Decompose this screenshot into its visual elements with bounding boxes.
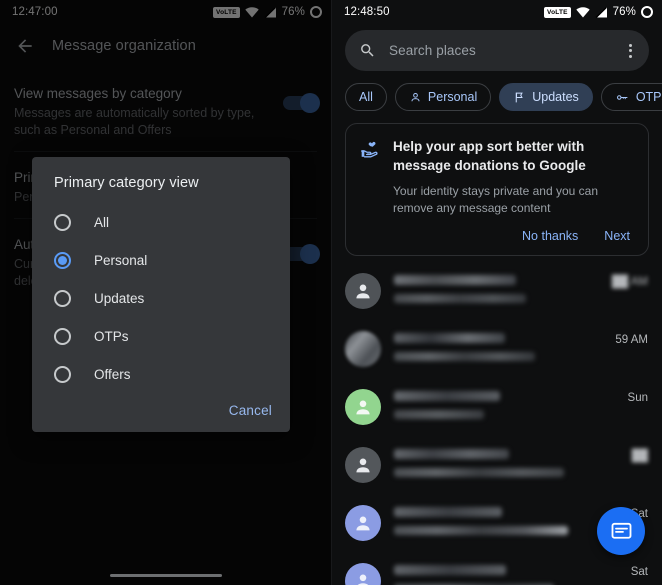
promo-title: Help your app sort better with message d…	[393, 139, 586, 173]
message-preview	[381, 331, 615, 361]
redacted-snippet	[394, 294, 527, 303]
volte-badge: VoLTE	[544, 6, 571, 18]
dialog-actions: Cancel	[32, 393, 290, 426]
avatar[interactable]	[345, 273, 381, 309]
redacted-snippet	[394, 352, 535, 361]
redacted-snippet	[394, 526, 568, 535]
list-item[interactable]: ██ AM	[332, 262, 662, 320]
radio-label: Personal	[94, 252, 148, 268]
primary-category-view-dialog: Primary category view All Personal Updat…	[32, 157, 290, 432]
search-input[interactable]: Search places	[389, 43, 626, 58]
promo-actions: No thanks Next	[360, 217, 634, 249]
message-timestamp: ██ AM	[611, 276, 648, 288]
radio-icon[interactable]	[54, 365, 71, 383]
person-icon	[411, 92, 420, 101]
radio-label: OTPs	[94, 328, 129, 344]
avatar[interactable]	[345, 331, 381, 367]
redacted-sender-name	[394, 565, 507, 575]
radio-option-offers[interactable]: Offers	[32, 355, 290, 393]
no-thanks-button[interactable]: No thanks	[522, 229, 578, 243]
flag-icon	[515, 92, 524, 102]
redacted-snippet	[394, 468, 564, 477]
list-item[interactable]: 59 AM	[332, 320, 662, 378]
redacted-sender-name	[394, 449, 509, 459]
volunteer-activism-icon	[360, 139, 380, 217]
radio-icon-selected[interactable]	[54, 251, 71, 269]
category-chip-row[interactable]: All Personal Updates OTPs	[332, 71, 662, 111]
chip-all[interactable]: All	[345, 83, 387, 111]
status-clock: 12:48:50	[344, 6, 390, 18]
compose-fab[interactable]	[597, 507, 645, 555]
radio-icon[interactable]	[54, 327, 71, 345]
radio-option-updates[interactable]: Updates	[32, 279, 290, 317]
radio-option-personal[interactable]: Personal	[32, 241, 290, 279]
redacted-sender-name	[394, 391, 500, 401]
chip-label: Personal	[427, 90, 478, 104]
redacted-snippet	[394, 410, 485, 419]
left-phone-screen: 12:47:00 VoLTE 76% Message organization …	[0, 0, 331, 585]
list-item[interactable]: Sun	[332, 378, 662, 436]
search-icon	[361, 44, 374, 57]
message-timestamp: Sat	[630, 566, 648, 578]
chip-label: Updates	[532, 90, 579, 104]
key-icon	[616, 94, 628, 100]
list-item[interactable]: ██	[332, 436, 662, 494]
battery-icon	[641, 6, 653, 18]
dual-screenshot: 12:47:00 VoLTE 76% Message organization …	[0, 0, 662, 585]
avatar[interactable]	[345, 447, 381, 483]
radio-label: Offers	[94, 366, 131, 382]
cancel-button[interactable]: Cancel	[229, 403, 272, 418]
radio-icon[interactable]	[54, 213, 71, 231]
radio-label: All	[94, 214, 110, 230]
radio-label: Updates	[94, 290, 145, 306]
chip-label: All	[359, 90, 373, 104]
chip-otps[interactable]: OTPs	[600, 83, 662, 111]
chip-label: OTPs	[635, 90, 662, 104]
avatar[interactable]	[345, 505, 381, 541]
message-timestamp: Sun	[627, 392, 648, 404]
wifi-icon	[575, 6, 590, 17]
dialog-title: Primary category view	[54, 175, 199, 191]
avatar[interactable]	[345, 563, 381, 585]
redacted-sender-name	[394, 507, 502, 517]
message-timestamp: 59 AM	[615, 334, 648, 346]
right-phone-screen: 12:48:50 VoLTE 76% Search places All Per…	[331, 0, 662, 585]
list-item[interactable]: Sat	[332, 552, 662, 585]
message-preview	[381, 447, 632, 477]
radio-option-otps[interactable]: OTPs	[32, 317, 290, 355]
message-preview	[381, 563, 631, 585]
next-button[interactable]: Next	[604, 229, 630, 243]
chat-message-icon	[611, 522, 631, 539]
message-preview	[381, 389, 628, 419]
chip-updates[interactable]: Updates	[499, 83, 593, 111]
status-bar-right: 12:48:50 VoLTE 76%	[332, 0, 662, 24]
radio-icon[interactable]	[54, 289, 71, 307]
avatar[interactable]	[345, 389, 381, 425]
gesture-nav-bar[interactable]	[109, 574, 222, 577]
battery-percent: 76%	[612, 6, 636, 18]
message-preview	[381, 273, 612, 303]
more-vert-icon[interactable]	[626, 40, 635, 62]
redacted-sender-name	[394, 275, 516, 285]
message-preview	[381, 505, 631, 535]
chip-personal[interactable]: Personal	[394, 83, 492, 111]
message-timestamp: ██	[631, 450, 648, 462]
cellular-signal-icon	[595, 6, 607, 18]
search-bar[interactable]: Search places	[345, 30, 649, 71]
message-donation-promo-card: Help your app sort better with message d…	[345, 123, 649, 256]
radio-option-all[interactable]: All	[32, 203, 290, 241]
promo-subtitle: Your identity stays private and you can …	[393, 184, 599, 215]
redacted-sender-name	[394, 333, 505, 343]
status-icons: VoLTE 76%	[544, 6, 653, 18]
